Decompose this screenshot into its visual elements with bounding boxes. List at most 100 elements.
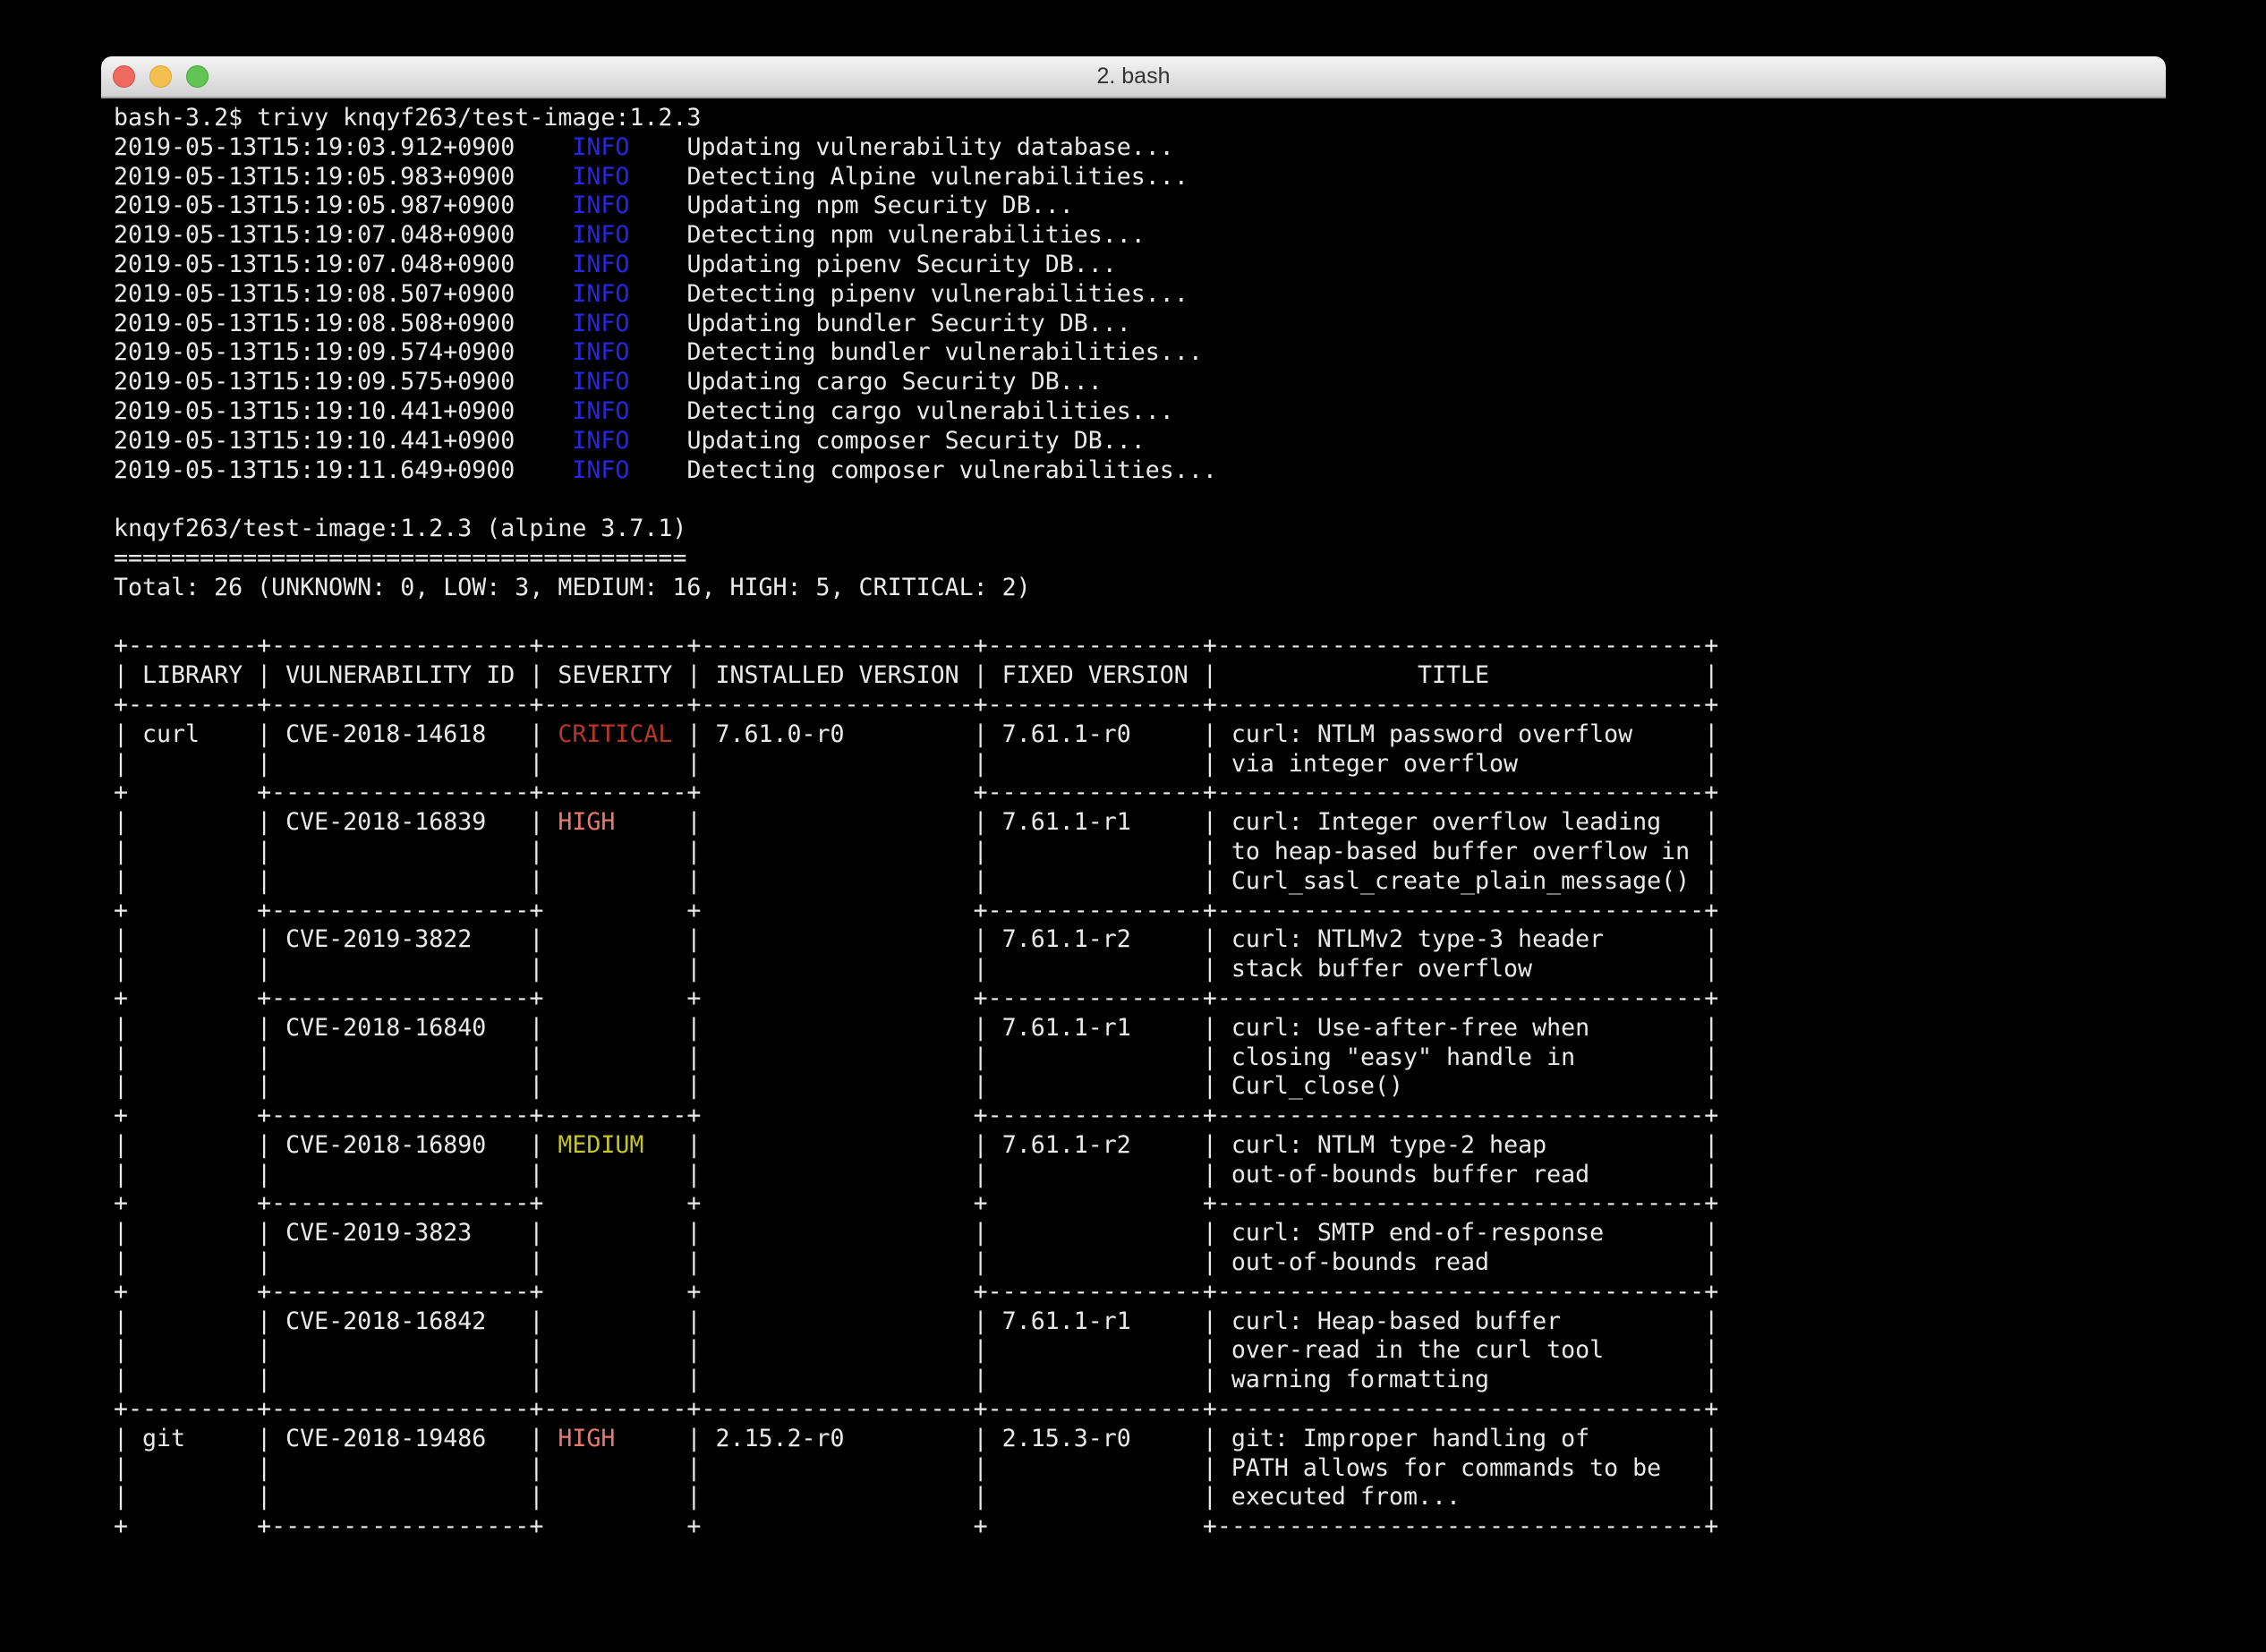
text-segment: | | CVE-2018-16842 | | | 7.61.1-r1 | cur…: [114, 1307, 1718, 1335]
text-segment: | | | | | | out-of-bounds read |: [114, 1248, 1718, 1276]
table-row: | | CVE-2018-16840 | | | 7.61.1-r1 | cur…: [114, 1014, 2166, 1043]
table-row: | | CVE-2018-16890 | MEDIUM | | 7.61.1-r…: [114, 1131, 2166, 1161]
text-segment: +---------+------------------+----------…: [114, 632, 1718, 660]
log-line: 2019-05-13T15:19:05.983+0900 INFO Detect…: [114, 163, 2166, 192]
log-timestamp: 2019-05-13T15:19:10.441+0900: [114, 427, 572, 455]
shell-prompt: bash-3.2$: [114, 104, 257, 132]
minimize-button[interactable]: [149, 65, 172, 88]
table-row: | | | | | | over-read in the curl tool |: [114, 1336, 2166, 1366]
text-segment: | | | | | | out-of-bounds buffer read |: [114, 1161, 1718, 1188]
table-row: | curl | CVE-2018-14618 | CRITICAL | 7.6…: [114, 720, 2166, 750]
text-segment: + +------------------+ + +--------------…: [114, 1278, 1718, 1306]
text-segment: knqyf263/test-image:1.2.3 (alpine 3.7.1): [114, 515, 686, 542]
log-message: Updating cargo Security DB...: [629, 368, 1102, 396]
text-segment: +---------+------------------+----------…: [114, 1395, 1718, 1423]
log-line: 2019-05-13T15:19:10.441+0900 INFO Detect…: [114, 397, 2166, 427]
text-segment: +---------+------------------+----------…: [114, 691, 1718, 719]
text-segment: | | | | | | via integer overflow |: [114, 750, 1718, 778]
table-row: | | | | | | PATH allows for commands to …: [114, 1454, 2166, 1484]
text-segment: | | | | | | Curl_sasl_create_plain_messa…: [114, 867, 1718, 895]
text-segment: + +------------------+ + +--------------…: [114, 897, 1718, 924]
text-segment: | | | | | | PATH allows for commands to …: [114, 1454, 1718, 1482]
terminal-output: bash-3.2$ trivy knqyf263/test-image:1.2.…: [114, 104, 2166, 1542]
table-border: +---------+------------------+----------…: [114, 691, 2166, 720]
zoom-button[interactable]: [186, 65, 209, 88]
log-message: Updating pipenv Security DB...: [629, 251, 1116, 278]
table-row: | | | | | | warning formatting |: [114, 1366, 2166, 1395]
window-title: 2. bash: [101, 56, 2166, 97]
log-line: 2019-05-13T15:19:11.649+0900 INFO Detect…: [114, 456, 2166, 486]
log-level-info: INFO: [572, 397, 629, 425]
terminal-window: 2. bash bash-3.2$ trivy knqyf263/test-im…: [101, 56, 2166, 1629]
close-button[interactable]: [113, 65, 135, 88]
log-level-info: INFO: [572, 251, 629, 278]
text-segment: | git | CVE-2018-19486 |: [114, 1425, 558, 1452]
text-segment: | | | | | | to heap-based buffer overflo…: [114, 838, 1718, 865]
text-segment: | | | | | | stack buffer overflow |: [114, 955, 1718, 983]
text-segment: | 2.15.2-r0 | 2.15.3-r0 | git: Improper …: [615, 1425, 1718, 1452]
log-level-info: INFO: [572, 368, 629, 396]
log-message: Detecting Alpine vulnerabilities...: [629, 163, 1188, 191]
severity-high: HIGH: [558, 808, 615, 836]
log-line: 2019-05-13T15:19:08.508+0900 INFO Updati…: [114, 310, 2166, 339]
text-segment: | curl | CVE-2018-14618 |: [114, 720, 558, 748]
table-row: | | | | | | closing "easy" handle in |: [114, 1043, 2166, 1073]
table-row: | | | | | | Curl_sasl_create_plain_messa…: [114, 867, 2166, 897]
text-segment: | | CVE-2019-3823 | | | | curl: SMTP end…: [114, 1219, 1718, 1247]
log-timestamp: 2019-05-13T15:19:07.048+0900: [114, 221, 572, 249]
log-message: Detecting npm vulnerabilities...: [629, 221, 1145, 249]
log-line: 2019-05-13T15:19:08.507+0900 INFO Detect…: [114, 280, 2166, 310]
table-row: | | | | | | via integer overflow |: [114, 750, 2166, 779]
table-row: | git | CVE-2018-19486 | HIGH | 2.15.2-r…: [114, 1425, 2166, 1454]
text-segment: | LIBRARY | VULNERABILITY ID | SEVERITY …: [114, 661, 1718, 689]
table-row-separator: + +------------------+ + +--------------…: [114, 897, 2166, 926]
text-segment: ========================================: [114, 544, 686, 572]
log-level-info: INFO: [572, 310, 629, 337]
log-level-info: INFO: [572, 163, 629, 191]
text-segment: Total: 26 (UNKNOWN: 0, LOW: 3, MEDIUM: 1…: [114, 574, 1031, 601]
text-segment: + +------------------+----------+ +-----…: [114, 1102, 1718, 1129]
log-message: Detecting composer vulnerabilities...: [629, 456, 1216, 484]
table-header-row: | LIBRARY | VULNERABILITY ID | SEVERITY …: [114, 661, 2166, 691]
log-timestamp: 2019-05-13T15:19:08.507+0900: [114, 280, 572, 308]
window-title-bar[interactable]: 2. bash: [101, 56, 2166, 98]
text-segment: + +------------------+ + + +------------…: [114, 1189, 1718, 1217]
summary-line: Total: 26 (UNKNOWN: 0, LOW: 3, MEDIUM: 1…: [114, 574, 2166, 603]
text-segment: | | CVE-2018-16839 |: [114, 808, 558, 836]
table-row-separator: + +------------------+ + +--------------…: [114, 1278, 2166, 1307]
text-segment: + +------------------+ + + +------------…: [114, 1512, 1718, 1540]
artifact-title: knqyf263/test-image:1.2.3 (alpine 3.7.1): [114, 515, 2166, 544]
table-row: | | | | | | out-of-bounds buffer read |: [114, 1161, 2166, 1190]
log-message: Updating composer Security DB...: [629, 427, 1145, 455]
blank-line: [114, 485, 2166, 515]
severity-high: HIGH: [558, 1425, 615, 1452]
log-line: 2019-05-13T15:19:07.048+0900 INFO Updati…: [114, 251, 2166, 280]
table-row: | | | | | | to heap-based buffer overflo…: [114, 838, 2166, 867]
log-line: 2019-05-13T15:19:03.912+0900 INFO Updati…: [114, 133, 2166, 163]
table-row: | | CVE-2018-16842 | | | 7.61.1-r1 | cur…: [114, 1307, 2166, 1337]
table-border: +---------+------------------+----------…: [114, 632, 2166, 661]
text-segment: | | 7.61.1-r1 | curl: Integer overflow l…: [615, 808, 1718, 836]
log-line: 2019-05-13T15:19:09.575+0900 INFO Updati…: [114, 368, 2166, 397]
table-row-separator: + +------------------+ + + +------------…: [114, 1189, 2166, 1219]
log-timestamp: 2019-05-13T15:19:07.048+0900: [114, 251, 572, 278]
log-level-info: INFO: [572, 280, 629, 308]
severity-critical: CRITICAL: [558, 720, 672, 748]
text-segment: | | 7.61.1-r2 | curl: NTLM type-2 heap |: [643, 1131, 1718, 1159]
text-segment: + +------------------+----------+ +-----…: [114, 779, 1718, 806]
log-line: 2019-05-13T15:19:09.574+0900 INFO Detect…: [114, 338, 2166, 368]
text-segment: | | | | | | closing "easy" handle in |: [114, 1043, 1718, 1071]
blank-line: [114, 603, 2166, 633]
table-row-separator: + +------------------+----------+ +-----…: [114, 779, 2166, 808]
log-line: 2019-05-13T15:19:07.048+0900 INFO Detect…: [114, 221, 2166, 251]
table-border: +---------+------------------+----------…: [114, 1395, 2166, 1425]
terminal-body[interactable]: bash-3.2$ trivy knqyf263/test-image:1.2.…: [114, 104, 2166, 1629]
log-level-info: INFO: [572, 133, 629, 161]
artifact-underline: ========================================: [114, 544, 2166, 574]
table-row-separator: + +------------------+ + + +------------…: [114, 1512, 2166, 1542]
log-line: 2019-05-13T15:19:10.441+0900 INFO Updati…: [114, 427, 2166, 456]
log-message: Detecting cargo vulnerabilities...: [629, 397, 1173, 425]
log-level-info: INFO: [572, 338, 629, 366]
log-timestamp: 2019-05-13T15:19:10.441+0900: [114, 397, 572, 425]
command-text: trivy knqyf263/test-image:1.2.3: [257, 104, 701, 132]
